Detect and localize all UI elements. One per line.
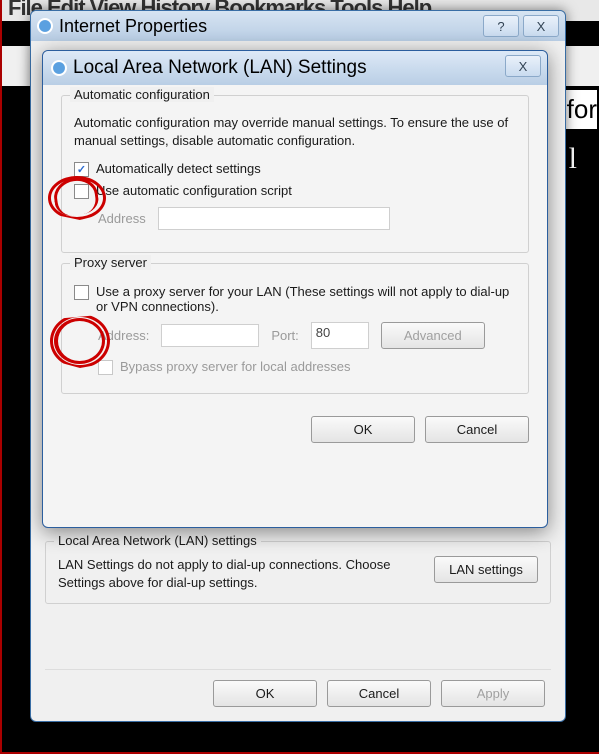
proxy-port-input: 80 xyxy=(311,322,369,349)
proxy-address-label: Address: xyxy=(98,328,149,343)
use-script-label: Use automatic configuration script xyxy=(96,183,292,198)
cancel-button[interactable]: Cancel xyxy=(327,680,431,707)
close-button[interactable]: X xyxy=(523,15,559,37)
automatic-configuration-group: Automatic configuration Automatic config… xyxy=(61,95,529,253)
proxy-address-input xyxy=(161,324,259,347)
proxy-port-label: Port: xyxy=(271,328,298,343)
apply-button[interactable]: Apply xyxy=(441,680,545,707)
script-address-input xyxy=(158,207,390,230)
use-script-checkbox[interactable] xyxy=(74,184,89,199)
lan-settings-titlebar[interactable]: Local Area Network (LAN) Settings X xyxy=(43,51,547,85)
use-proxy-label: Use a proxy server for your LAN (These s… xyxy=(96,284,516,314)
lan-dialog-body: Automatic configuration Automatic config… xyxy=(43,85,547,457)
script-address-label: Address xyxy=(98,211,146,226)
lan-settings-button[interactable]: LAN settings xyxy=(434,556,538,583)
use-proxy-checkbox[interactable] xyxy=(74,285,89,300)
auto-config-description: Automatic configuration may override man… xyxy=(74,114,516,149)
internet-properties-body: Local Area Network (LAN) settings LAN Se… xyxy=(31,531,565,721)
auto-detect-checkbox[interactable] xyxy=(74,162,89,177)
dialog-title: Internet Properties xyxy=(59,16,207,37)
bg-text-fragment: for xyxy=(561,90,597,129)
auto-config-group-title: Automatic configuration xyxy=(70,87,214,102)
proxy-server-group: Proxy server Use a proxy server for your… xyxy=(61,263,529,394)
lan-settings-group: Local Area Network (LAN) settings LAN Se… xyxy=(45,541,551,604)
proxy-group-title: Proxy server xyxy=(70,255,151,270)
ok-button[interactable]: OK xyxy=(311,416,415,443)
lan-settings-description: LAN Settings do not apply to dial-up con… xyxy=(58,556,424,591)
lan-settings-dialog: Local Area Network (LAN) Settings X Auto… xyxy=(42,50,548,528)
cancel-button[interactable]: Cancel xyxy=(425,416,529,443)
close-button[interactable]: X xyxy=(505,55,541,77)
help-button[interactable]: ? xyxy=(483,15,519,37)
internet-options-icon xyxy=(51,60,67,76)
lan-settings-group-title: Local Area Network (LAN) settings xyxy=(54,533,261,548)
internet-options-icon xyxy=(37,18,53,34)
lan-dialog-button-row: OK Cancel xyxy=(61,416,529,443)
bypass-local-label: Bypass proxy server for local addresses xyxy=(120,359,350,374)
dialog-button-row: OK Cancel Apply xyxy=(45,669,551,711)
lan-dialog-title: Local Area Network (LAN) Settings xyxy=(73,57,367,79)
advanced-button: Advanced xyxy=(381,322,485,349)
auto-detect-label: Automatically detect settings xyxy=(96,161,261,176)
bypass-local-checkbox xyxy=(98,360,113,375)
ok-button[interactable]: OK xyxy=(213,680,317,707)
internet-properties-titlebar[interactable]: Internet Properties ? X xyxy=(31,11,565,41)
